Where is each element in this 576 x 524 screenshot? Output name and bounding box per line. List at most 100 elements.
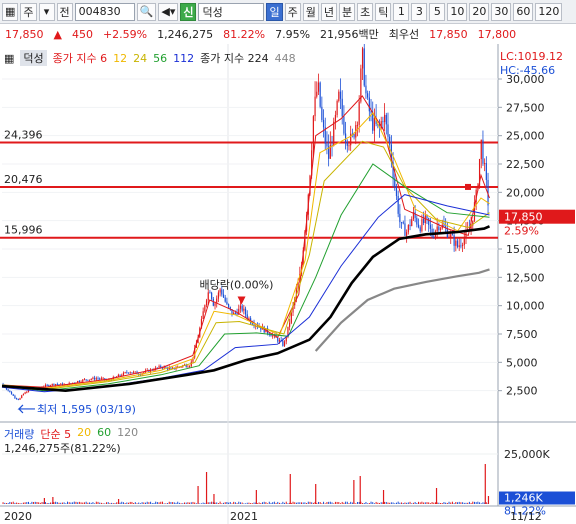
x-axis-label: 2020 [4, 510, 32, 523]
period-tick[interactable]: 틱 [375, 2, 392, 21]
candle-body [363, 48, 365, 86]
new-badge: 신 [180, 2, 197, 21]
candle-body [168, 367, 170, 370]
candle-body [317, 82, 320, 92]
current-price-marker [465, 183, 471, 190]
candle-body [55, 384, 57, 386]
candle-body [24, 392, 26, 394]
price-level-label: 20,476 [4, 173, 43, 186]
grid-icon[interactable]: ▦ [2, 2, 19, 21]
candle-body [339, 91, 342, 99]
candle-body [53, 383, 55, 386]
x-axis-label: 11/12 [510, 510, 542, 523]
candle-body [87, 379, 89, 381]
legend-ma-56[interactable]: 56 [153, 52, 167, 65]
candle-body [439, 228, 442, 230]
best-bid-label: 최우선 [388, 28, 420, 41]
legend-ma-112[interactable]: 112 [173, 52, 194, 65]
search-icon[interactable]: 🔍 [136, 2, 157, 21]
candle-body [367, 93, 369, 98]
minute-30[interactable]: 30 [491, 2, 512, 21]
quote-bid: 17,800 [477, 27, 517, 41]
period-day[interactable]: 일 [266, 2, 283, 21]
candle-body [117, 374, 119, 377]
candle-body [10, 392, 13, 395]
candle-body [411, 219, 413, 226]
legend-ma2-label[interactable]: 종가 지수 224 [200, 50, 268, 66]
candle-body [272, 335, 274, 337]
candle-body [56, 384, 58, 386]
minute-3[interactable]: 3 [411, 2, 428, 21]
candle-body [404, 223, 406, 236]
stock-name-field[interactable]: 덕성 [198, 2, 265, 21]
candle-body [243, 308, 245, 311]
candle-body [77, 381, 79, 383]
candle-body [85, 379, 87, 381]
market-select[interactable]: 주 [20, 2, 37, 21]
candle-body [482, 139, 484, 164]
candle-body [94, 377, 96, 380]
candle-body [170, 367, 172, 369]
minute-1[interactable]: 1 [393, 2, 410, 21]
candle-body [234, 312, 236, 314]
chevron-down-icon[interactable]: ▾ [38, 2, 55, 21]
volume-value-text: 1,246,275주(81.22%) [4, 442, 121, 455]
candle-body [480, 139, 482, 160]
legend-grid-icon[interactable]: ▦ [4, 52, 14, 65]
period-button[interactable]: 전 [56, 2, 73, 21]
candle-body [246, 314, 248, 319]
candle-body [448, 237, 450, 239]
minute-60[interactable]: 60 [513, 2, 534, 21]
legend-ma-label[interactable]: 종가 지수 6 [53, 50, 107, 66]
x-axis-label: 2021 [230, 510, 258, 523]
candle-body [406, 232, 408, 236]
minute-120[interactable]: 120 [535, 2, 563, 21]
period-month[interactable]: 월 [302, 2, 319, 21]
candle-body [443, 224, 445, 227]
legend-stock[interactable]: 덕성 [20, 50, 47, 66]
candle-body [423, 218, 425, 224]
period-second[interactable]: 초 [357, 2, 374, 21]
volume-tick-label: 25,000K [504, 448, 550, 461]
candle-body [484, 163, 486, 165]
speaker-icon[interactable]: ◀▾ [158, 2, 179, 21]
candle-body [368, 97, 370, 112]
candle-body [389, 136, 391, 145]
candle-body [129, 372, 131, 374]
candle-body [241, 305, 243, 311]
candle-body [277, 337, 279, 342]
quote-volume: 1,246,275 [157, 27, 214, 41]
candle-body [450, 234, 452, 238]
minute-20[interactable]: 20 [469, 2, 490, 21]
code-input[interactable]: 004830 [74, 2, 135, 21]
candle-body [334, 114, 337, 122]
candle-body [383, 114, 386, 123]
candle-body [26, 392, 28, 394]
minute-5[interactable]: 5 [429, 2, 446, 21]
period-week[interactable]: 주 [284, 2, 301, 21]
candle-body [321, 106, 323, 120]
candle-body [382, 121, 384, 123]
candle-body [373, 118, 376, 131]
period-minute[interactable]: 분 [338, 2, 356, 21]
minute-10[interactable]: 10 [447, 2, 468, 21]
legend-ma-24[interactable]: 24 [133, 52, 147, 65]
candle-body [127, 372, 130, 374]
legend-ma-12[interactable]: 12 [113, 52, 127, 65]
candle-body [100, 378, 103, 380]
y-tick-label: 25,000 [506, 130, 545, 143]
candle-body [165, 366, 167, 368]
legend-ma2-448[interactable]: 448 [275, 52, 296, 65]
candle-body [60, 383, 62, 385]
candle-body [353, 134, 355, 138]
period-year[interactable]: 년 [320, 2, 337, 21]
candle-body [92, 377, 94, 380]
up-arrow-icon: ▲ [53, 27, 62, 41]
high-annotation: 최고 32,850 (06/02) [224, 44, 330, 46]
candle-body [417, 224, 420, 228]
candle-body [78, 381, 80, 383]
candle-body [202, 311, 204, 319]
candle-body [400, 222, 403, 224]
candle-body [160, 366, 162, 368]
price-level-label: 24,396 [4, 129, 43, 142]
